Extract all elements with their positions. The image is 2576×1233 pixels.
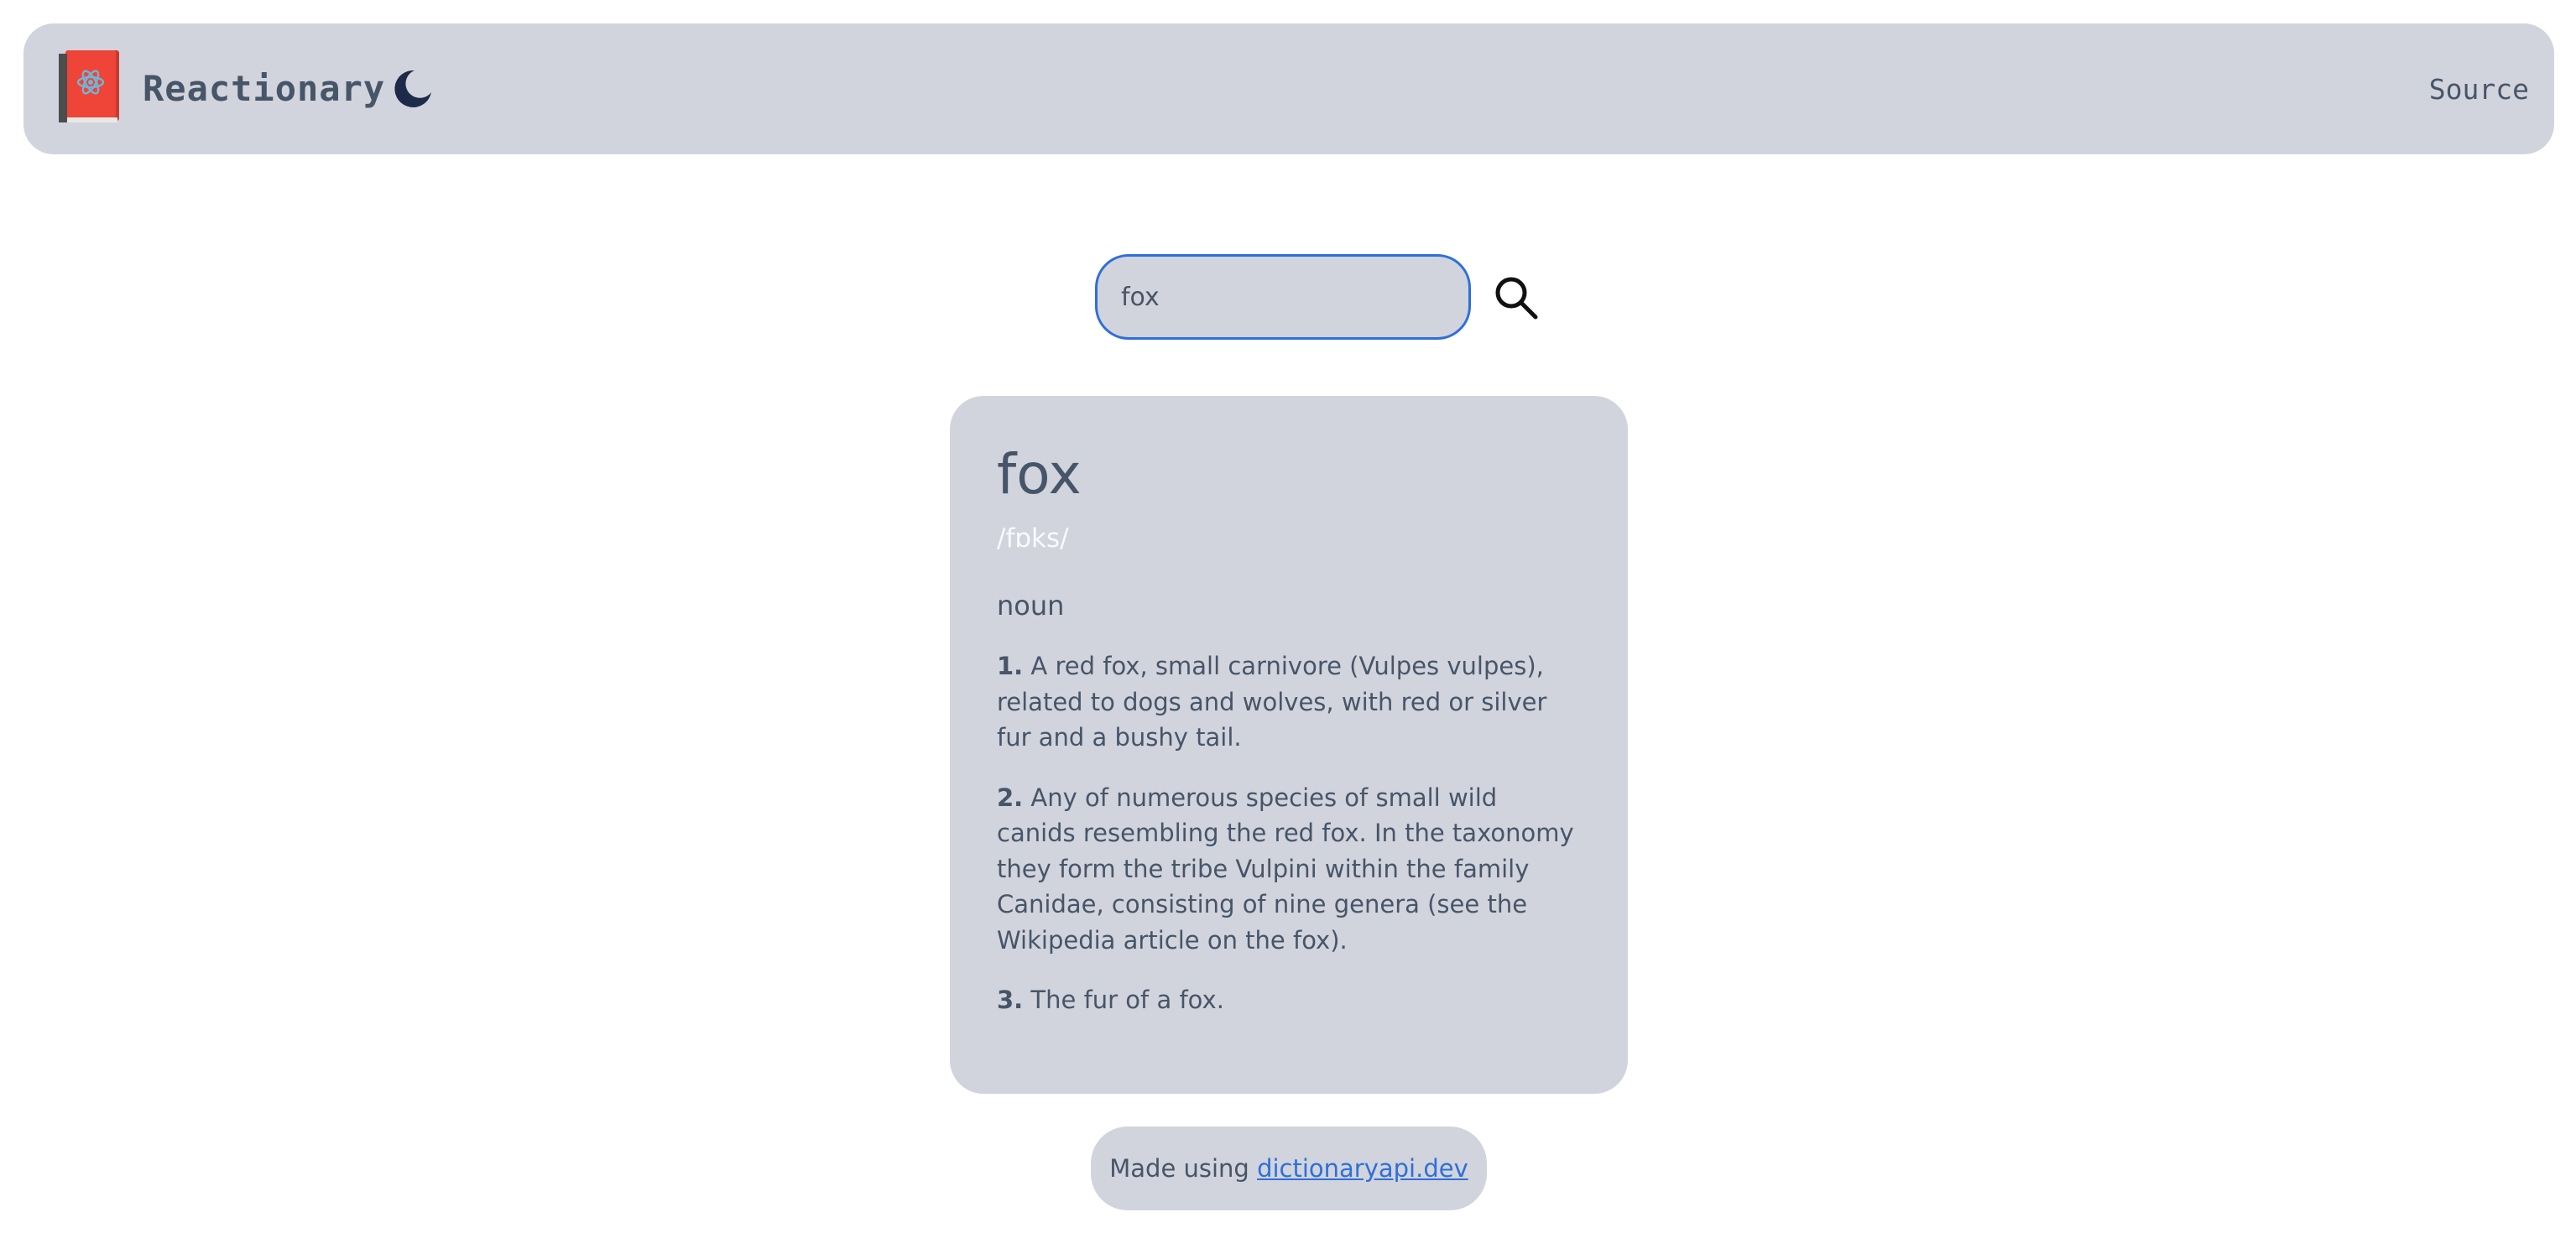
definition-card: fox /fɒks/ noun 1. A red fox, small carn… bbox=[950, 396, 1628, 1094]
top-bar: Reactionary Source bbox=[23, 23, 2554, 154]
part-of-speech: noun bbox=[997, 590, 1065, 622]
definition-text: A red fox, small carnivore (Vulpes vulpe… bbox=[997, 652, 1547, 752]
definition-number: 2. bbox=[997, 783, 1024, 812]
source-link[interactable]: Source bbox=[2429, 70, 2529, 109]
definition-item: 1. A red fox, small carnivore (Vulpes vu… bbox=[997, 648, 1581, 756]
search-icon[interactable] bbox=[1492, 273, 1541, 322]
dictionaryapi-link[interactable]: dictionaryapi.dev bbox=[1257, 1154, 1468, 1183]
book-react-icon bbox=[59, 50, 119, 122]
entry-word: fox bbox=[997, 442, 1082, 507]
footer-prefix: Made using bbox=[1109, 1154, 1258, 1183]
definition-text: Any of numerous species of small wild ca… bbox=[997, 783, 1574, 955]
app-title: Reactionary bbox=[143, 68, 386, 109]
definition-text: The fur of a fox. bbox=[1030, 986, 1224, 1014]
footer: Made using dictionaryapi.dev bbox=[1091, 1126, 1487, 1210]
definition-number: 1. bbox=[997, 652, 1024, 680]
definition-item: 3. The fur of a fox. bbox=[997, 982, 1581, 1018]
moon-icon[interactable] bbox=[391, 67, 435, 111]
definition-item: 2. Any of numerous species of small wild… bbox=[997, 780, 1581, 959]
search-input[interactable] bbox=[1095, 254, 1471, 340]
entry-phonetic: /fɒks/ bbox=[997, 523, 1069, 554]
definition-number: 3. bbox=[997, 986, 1024, 1014]
